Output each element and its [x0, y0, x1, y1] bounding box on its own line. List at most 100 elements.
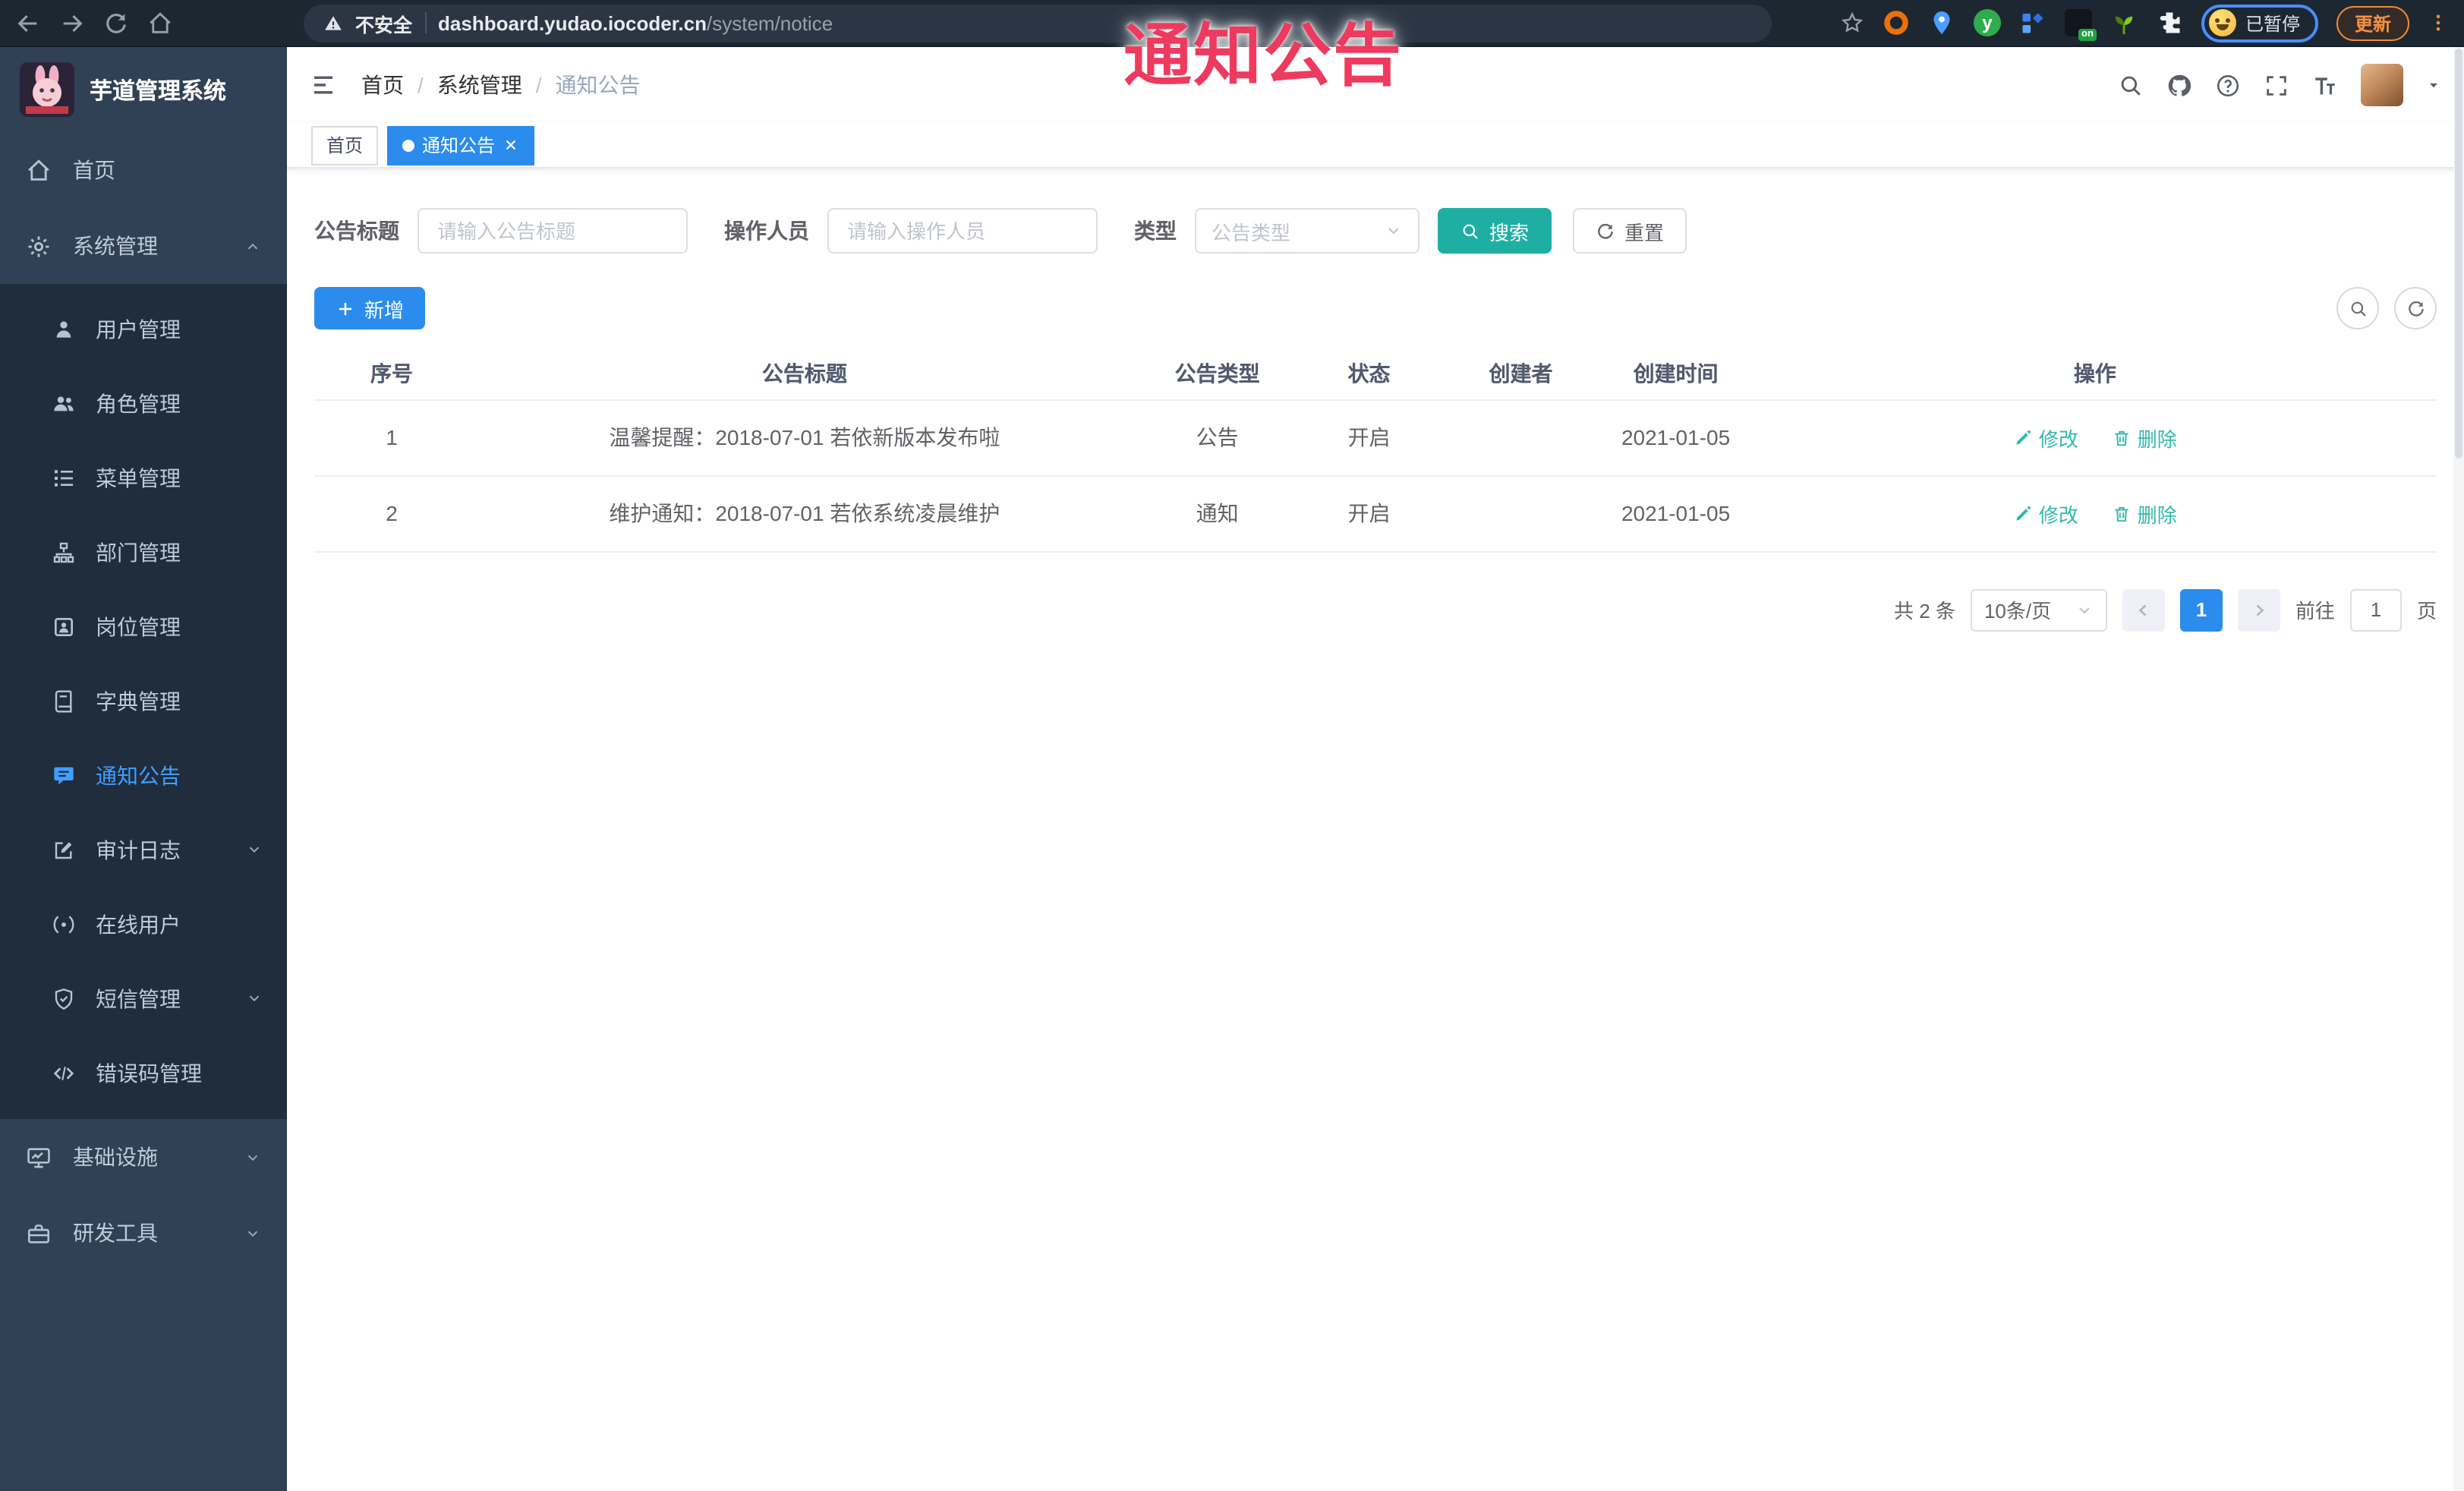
goto-page-input[interactable]: [2349, 588, 2402, 631]
add-button[interactable]: 新增: [314, 287, 426, 329]
bookmark-star-icon[interactable]: [1840, 11, 1864, 35]
sidebar-item-dict-mgmt[interactable]: 字典管理: [0, 664, 287, 738]
extension-icon-y[interactable]: y: [1973, 9, 2001, 36]
fullscreen-icon[interactable]: [2264, 72, 2289, 98]
refresh-table-button[interactable]: [2394, 287, 2437, 329]
browser-forward-icon[interactable]: [59, 10, 85, 36]
search-button-label: 搜索: [1489, 221, 1530, 244]
search-button[interactable]: 搜索: [1438, 208, 1552, 254]
sidebar-item-error-code[interactable]: 错误码管理: [0, 1036, 287, 1110]
sidebar-item-devtools[interactable]: 研发工具: [0, 1195, 287, 1271]
sidebar-item-menu-mgmt[interactable]: 菜单管理: [0, 440, 287, 515]
operator-input[interactable]: [827, 208, 1098, 254]
tab-label: 通知公告: [422, 135, 496, 156]
browser-profile-button[interactable]: 已暂停: [2201, 4, 2318, 42]
security-warning-label: 不安全: [355, 14, 413, 36]
current-page-button[interactable]: 1: [2179, 588, 2223, 631]
cell-status: 开启: [1294, 475, 1444, 552]
edit-link[interactable]: 修改: [2013, 423, 2078, 452]
extension-icon-dark[interactable]: on: [2064, 9, 2097, 41]
user-avatar[interactable]: [2361, 64, 2403, 106]
page-url: dashboard.yudao.iocoder.cn/system/notice: [438, 11, 833, 34]
page-scrollbar[interactable]: [2453, 47, 2464, 1491]
delete-link-label: 删除: [2137, 503, 2177, 526]
breadcrumb-home[interactable]: 首页: [361, 70, 404, 100]
sidebar-item-system[interactable]: 系统管理: [0, 208, 287, 284]
message-icon: [52, 763, 76, 787]
tab-notice[interactable]: 通知公告: [387, 125, 535, 165]
sidebar-item-sms-mgmt[interactable]: 短信管理: [0, 961, 287, 1036]
prev-page-button[interactable]: [2122, 588, 2165, 631]
type-select-placeholder: 公告类型: [1212, 221, 1291, 244]
sidebar-item-label: 用户管理: [96, 317, 181, 341]
pagination-total: 共 2 条: [1894, 600, 1955, 623]
screen: 不安全 dashboard.yudao.iocoder.cn/system/no…: [0, 0, 2464, 1491]
help-icon[interactable]: [2215, 72, 2241, 98]
edit-link[interactable]: 修改: [2013, 499, 2078, 528]
font-size-icon[interactable]: [2312, 72, 2338, 98]
browser-menu-kebab-icon[interactable]: [2428, 11, 2449, 35]
reset-button[interactable]: 重置: [1573, 208, 1687, 254]
col-header-status: 状态: [1294, 348, 1444, 400]
sidebar-item-post-mgmt[interactable]: 岗位管理: [0, 589, 287, 664]
type-label: 类型: [1134, 219, 1177, 243]
toolbox-icon: [26, 1220, 52, 1246]
delete-link[interactable]: 删除: [2112, 499, 2177, 528]
sidebar-collapse-icon[interactable]: [310, 71, 337, 99]
profile-emoji-avatar: [2208, 9, 2236, 36]
browser-home-icon[interactable]: [147, 10, 173, 36]
address-bar[interactable]: 不安全 dashboard.yudao.iocoder.cn/system/no…: [304, 4, 1772, 42]
extension-icon-grid[interactable]: [2019, 9, 2047, 36]
scrollbar-thumb[interactable]: [2455, 49, 2462, 459]
code-icon: [52, 1061, 76, 1085]
sidebar-item-dept-mgmt[interactable]: 部门管理: [0, 515, 287, 589]
sidebar-item-home[interactable]: 首页: [0, 132, 287, 208]
header-search-icon[interactable]: [2118, 72, 2144, 98]
extension-icon-donut[interactable]: [1883, 9, 1910, 36]
sidebar-item-label: 错误码管理: [96, 1061, 202, 1085]
notice-table: 序号 公告标题 公告类型 状态 创建者 创建时间 操作 1 温馨提醒：2018-: [314, 348, 2437, 552]
page-size-select[interactable]: 10条/页: [1970, 588, 2107, 631]
extensions-puzzle-icon[interactable]: [2156, 9, 2183, 36]
filter-operator-group: 操作人员: [724, 208, 1098, 254]
browser-reload-icon[interactable]: [103, 10, 129, 36]
trash-icon: [2112, 503, 2132, 523]
sidebar-item-infra[interactable]: 基础设施: [0, 1119, 287, 1195]
github-icon[interactable]: [2166, 72, 2192, 98]
shield-icon: [52, 986, 76, 1010]
reset-button-label: 重置: [1624, 221, 1665, 244]
chevron-down-icon: [2075, 600, 2094, 619]
sidebar-item-role-mgmt[interactable]: 角色管理: [0, 366, 287, 440]
cell-status: 开启: [1294, 399, 1444, 476]
toggle-search-button[interactable]: [2336, 287, 2379, 329]
sidebar-logo-row[interactable]: 芋道管理系统: [0, 47, 287, 132]
filter-title-group: 公告标题: [314, 208, 688, 254]
list-icon: [52, 465, 76, 490]
cell-no: 1: [314, 399, 470, 476]
notice-title-input[interactable]: [417, 208, 688, 254]
delete-link[interactable]: 删除: [2112, 423, 2177, 452]
sidebar-item-audit-log[interactable]: 审计日志: [0, 812, 287, 887]
table-row: 1 温馨提醒：2018-07-01 若依新版本发布啦 公告 开启 2021-01…: [314, 399, 2437, 476]
sidebar-item-label: 菜单管理: [96, 465, 181, 490]
close-icon[interactable]: [503, 137, 519, 153]
type-select[interactable]: 公告类型: [1195, 208, 1419, 254]
extension-icon-sprout[interactable]: [2110, 9, 2138, 36]
next-page-button[interactable]: [2237, 588, 2280, 631]
sidebar-item-online-users[interactable]: 在线用户: [0, 887, 287, 961]
avatar-caret-icon[interactable]: [2426, 77, 2441, 93]
breadcrumb-separator: /: [535, 73, 542, 97]
cell-actions: 修改 删除: [1753, 399, 2437, 476]
breadcrumb-current: 通知公告: [555, 73, 641, 97]
sidebar-item-notice[interactable]: 通知公告: [0, 738, 287, 812]
table-toolbar: 新增: [314, 287, 2437, 329]
breadcrumb-system[interactable]: 系统管理: [437, 70, 522, 100]
browser-back-icon[interactable]: [15, 10, 41, 36]
tab-home[interactable]: 首页: [311, 125, 379, 165]
url-host: dashboard.yudao.iocoder.cn: [438, 11, 707, 34]
cell-no: 2: [314, 475, 470, 552]
add-button-label: 新增: [364, 298, 405, 321]
browser-update-button[interactable]: 更新: [2336, 5, 2409, 40]
sidebar-item-user-mgmt[interactable]: 用户管理: [0, 292, 287, 366]
extension-icon-pin[interactable]: [1928, 9, 1955, 36]
